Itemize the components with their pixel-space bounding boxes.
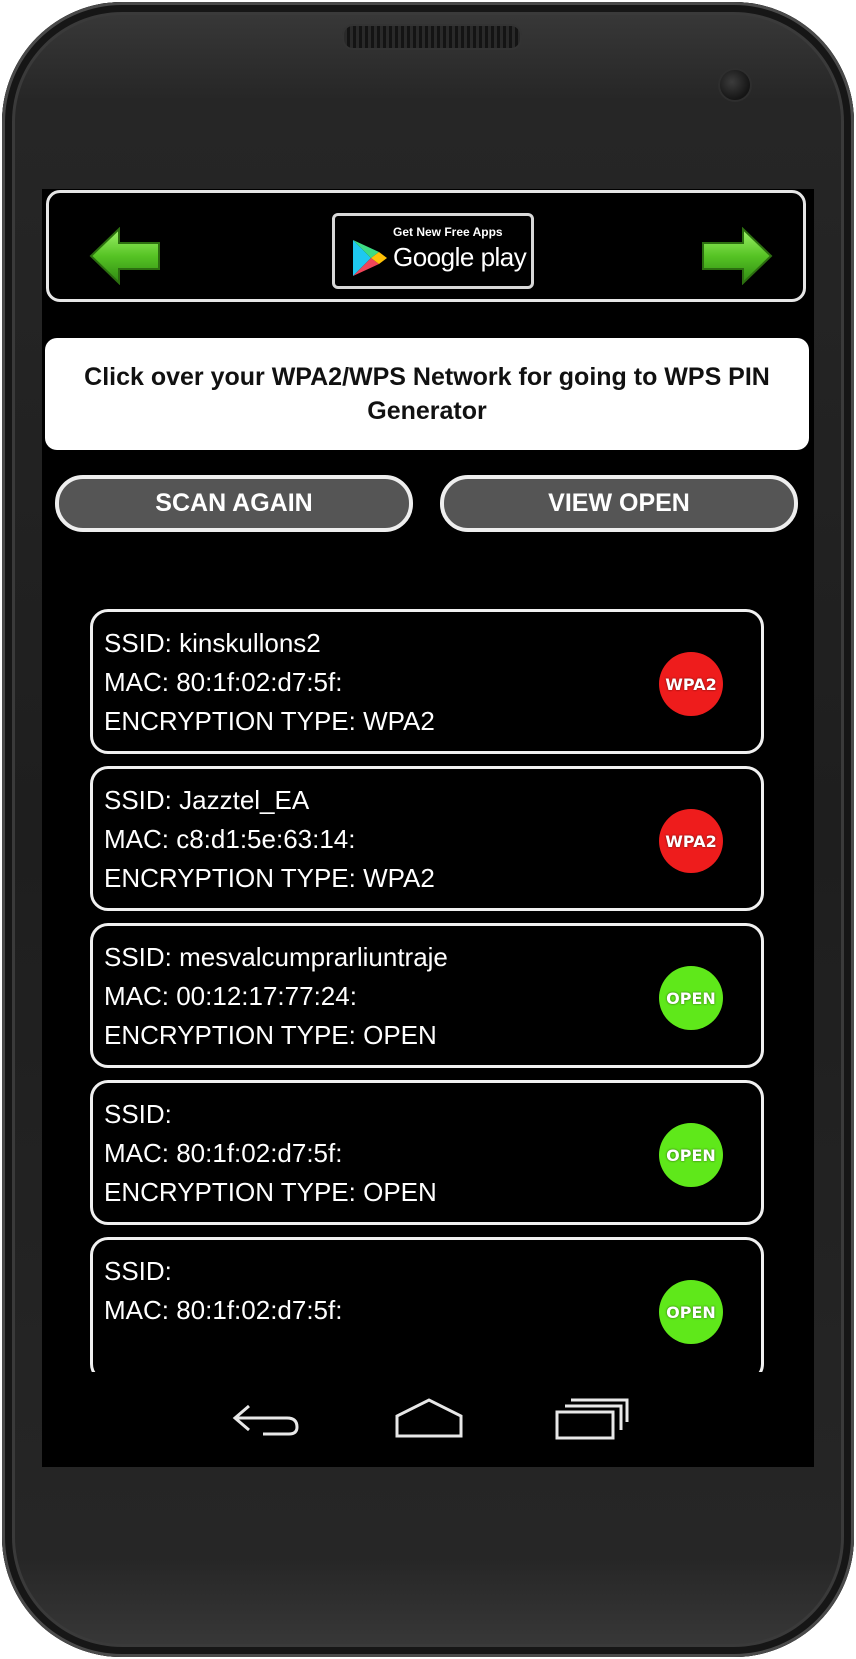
network-card[interactable]: SSID: Jazztel_EA MAC: c8:d1:5e:63:14: EN… — [90, 766, 764, 911]
network-card[interactable]: SSID: MAC: 80:1f:02:d7:5f: OPEN — [90, 1237, 764, 1382]
network-ssid: SSID: mesvalcumprarliuntraje — [104, 942, 448, 972]
encryption-badge: OPEN — [659, 1280, 723, 1344]
google-play-logo-icon — [353, 240, 387, 276]
right-arrow-icon[interactable] — [701, 227, 773, 285]
encryption-badge: OPEN — [659, 1123, 723, 1187]
store-badge-tagline: Get New Free Apps — [393, 225, 503, 239]
store-badge-name: Google play — [393, 242, 527, 272]
network-encryption: ENCRYPTION TYPE: WPA2 — [104, 706, 435, 736]
front-camera — [718, 68, 752, 102]
left-arrow-icon[interactable] — [89, 227, 161, 285]
instruction-text: Click over your WPA2/WPS Network for goi… — [45, 338, 809, 450]
network-mac: MAC: 80:1f:02:d7:5f: — [104, 667, 343, 697]
scan-again-button[interactable]: SCAN AGAIN — [55, 475, 413, 532]
speaker-grille — [342, 24, 522, 50]
view-open-button[interactable]: VIEW OPEN — [440, 475, 798, 532]
network-mac: MAC: 80:1f:02:d7:5f: — [104, 1138, 343, 1168]
network-card[interactable]: SSID: kinskullons2 MAC: 80:1f:02:d7:5f: … — [90, 609, 764, 754]
network-details: SSID: MAC: 80:1f:02:d7:5f: ENCRYPTION TY… — [104, 1095, 437, 1212]
ad-banner: Get New Free Apps Google play — [46, 190, 806, 302]
network-ssid: SSID: — [104, 1256, 172, 1286]
app-screen: Get New Free Apps Google play Click over… — [42, 189, 814, 1467]
network-mac: MAC: 80:1f:02:d7:5f: — [104, 1295, 343, 1325]
network-details: SSID: kinskullons2 MAC: 80:1f:02:d7:5f: … — [104, 624, 435, 741]
network-ssid: SSID: Jazztel_EA — [104, 785, 310, 815]
network-details: SSID: mesvalcumprarliuntraje MAC: 00:12:… — [104, 938, 448, 1055]
network-encryption: ENCRYPTION TYPE: OPEN — [104, 1020, 437, 1050]
google-play-badge[interactable]: Get New Free Apps Google play — [332, 213, 534, 289]
network-ssid: SSID: kinskullons2 — [104, 628, 321, 658]
network-card[interactable]: SSID: mesvalcumprarliuntraje MAC: 00:12:… — [90, 923, 764, 1068]
network-card[interactable]: SSID: MAC: 80:1f:02:d7:5f: ENCRYPTION TY… — [90, 1080, 764, 1225]
network-encryption: ENCRYPTION TYPE: OPEN — [104, 1177, 437, 1207]
network-ssid: SSID: — [104, 1099, 172, 1129]
system-nav-bar — [42, 1372, 814, 1467]
network-details: SSID: Jazztel_EA MAC: c8:d1:5e:63:14: EN… — [104, 781, 435, 898]
network-mac: MAC: c8:d1:5e:63:14: — [104, 824, 356, 854]
network-encryption: ENCRYPTION TYPE: WPA2 — [104, 863, 435, 893]
network-mac: MAC: 00:12:17:77:24: — [104, 981, 357, 1011]
back-icon[interactable] — [227, 1394, 307, 1442]
encryption-badge: WPA2 — [659, 809, 723, 873]
network-details: SSID: MAC: 80:1f:02:d7:5f: — [104, 1252, 342, 1330]
encryption-badge: OPEN — [659, 966, 723, 1030]
encryption-badge: WPA2 — [659, 652, 723, 716]
home-icon[interactable] — [389, 1394, 469, 1442]
recent-apps-icon[interactable] — [551, 1394, 631, 1442]
